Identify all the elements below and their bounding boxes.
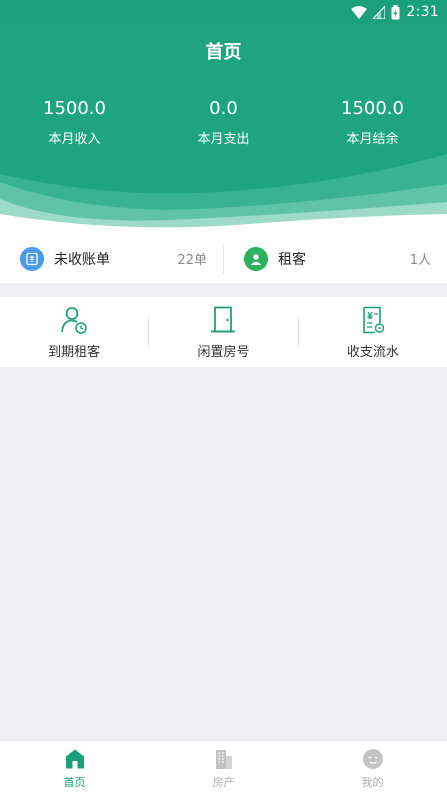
stat-label: 本月收入 (48, 132, 101, 147)
monthly-stats: 1500.0 本月收入 0.0 本月支出 1500.0 本月结余 (0, 98, 447, 148)
user-clock-icon (59, 305, 89, 335)
summary-header: 首页 1500.0 本月收入 0.0 本月支出 1500.0 本月结余 (0, 24, 447, 234)
stat-balance[interactable]: 1500.0 本月结余 (298, 98, 447, 148)
stat-label: 本月结余 (346, 132, 399, 147)
battery-icon (391, 4, 400, 20)
stat-value: 1500.0 (43, 98, 106, 119)
shortcut-label: 闲置房号 (197, 344, 250, 360)
shortcut-expiring-tenants[interactable]: 到期租客 (0, 297, 148, 367)
stat-label: 本月支出 (197, 132, 250, 147)
signal-icon (373, 5, 386, 19)
person-icon (244, 246, 268, 271)
building-icon (213, 748, 235, 770)
unpaid-bills-label: 未收账单 (54, 251, 110, 268)
app-screen: 2:31 首页 1500.0 本月收入 0.0 本月支出 1500.0 本月结余 (0, 0, 447, 797)
stat-expense[interactable]: 0.0 本月支出 (149, 98, 298, 148)
tab-label: 首页 (63, 776, 86, 789)
unpaid-bills-item[interactable]: 未收账单 22单 (0, 234, 223, 283)
tenants-item[interactable]: 租客 1人 (224, 234, 447, 283)
tab-mine[interactable]: 我的 (298, 741, 447, 797)
stat-income[interactable]: 1500.0 本月收入 (0, 98, 149, 148)
shortcut-label: 到期租客 (48, 344, 101, 360)
profile-icon (362, 748, 384, 770)
shortcut-vacant-rooms[interactable]: 闲置房号 (149, 297, 297, 367)
tab-label: 我的 (361, 776, 384, 789)
tab-property[interactable]: 房产 (149, 741, 298, 797)
ledger-icon (358, 305, 388, 335)
tab-label: 房产 (212, 776, 235, 789)
stat-value: 0.0 (209, 98, 238, 119)
bill-icon (20, 246, 44, 271)
status-bar: 2:31 (0, 0, 447, 24)
page-title: 首页 (205, 42, 242, 63)
shortcut-bar: 到期租客 闲置房号 收支流水 (0, 297, 447, 367)
door-icon (208, 305, 238, 335)
summary-row: 未收账单 22单 租客 1人 (0, 234, 447, 283)
home-icon (64, 748, 86, 770)
tab-home[interactable]: 首页 (0, 741, 149, 797)
tenants-count: 1人 (409, 253, 431, 268)
unpaid-bills-count: 22单 (177, 253, 207, 268)
wifi-icon (351, 5, 368, 19)
shortcut-cash-flow[interactable]: 收支流水 (299, 297, 447, 367)
stat-value: 1500.0 (341, 98, 404, 119)
tenants-label: 租客 (278, 251, 306, 268)
bottom-tab-bar: 首页 房产 我的 (0, 740, 447, 797)
shortcut-label: 收支流水 (346, 344, 399, 360)
status-clock: 2:31 (406, 4, 439, 20)
